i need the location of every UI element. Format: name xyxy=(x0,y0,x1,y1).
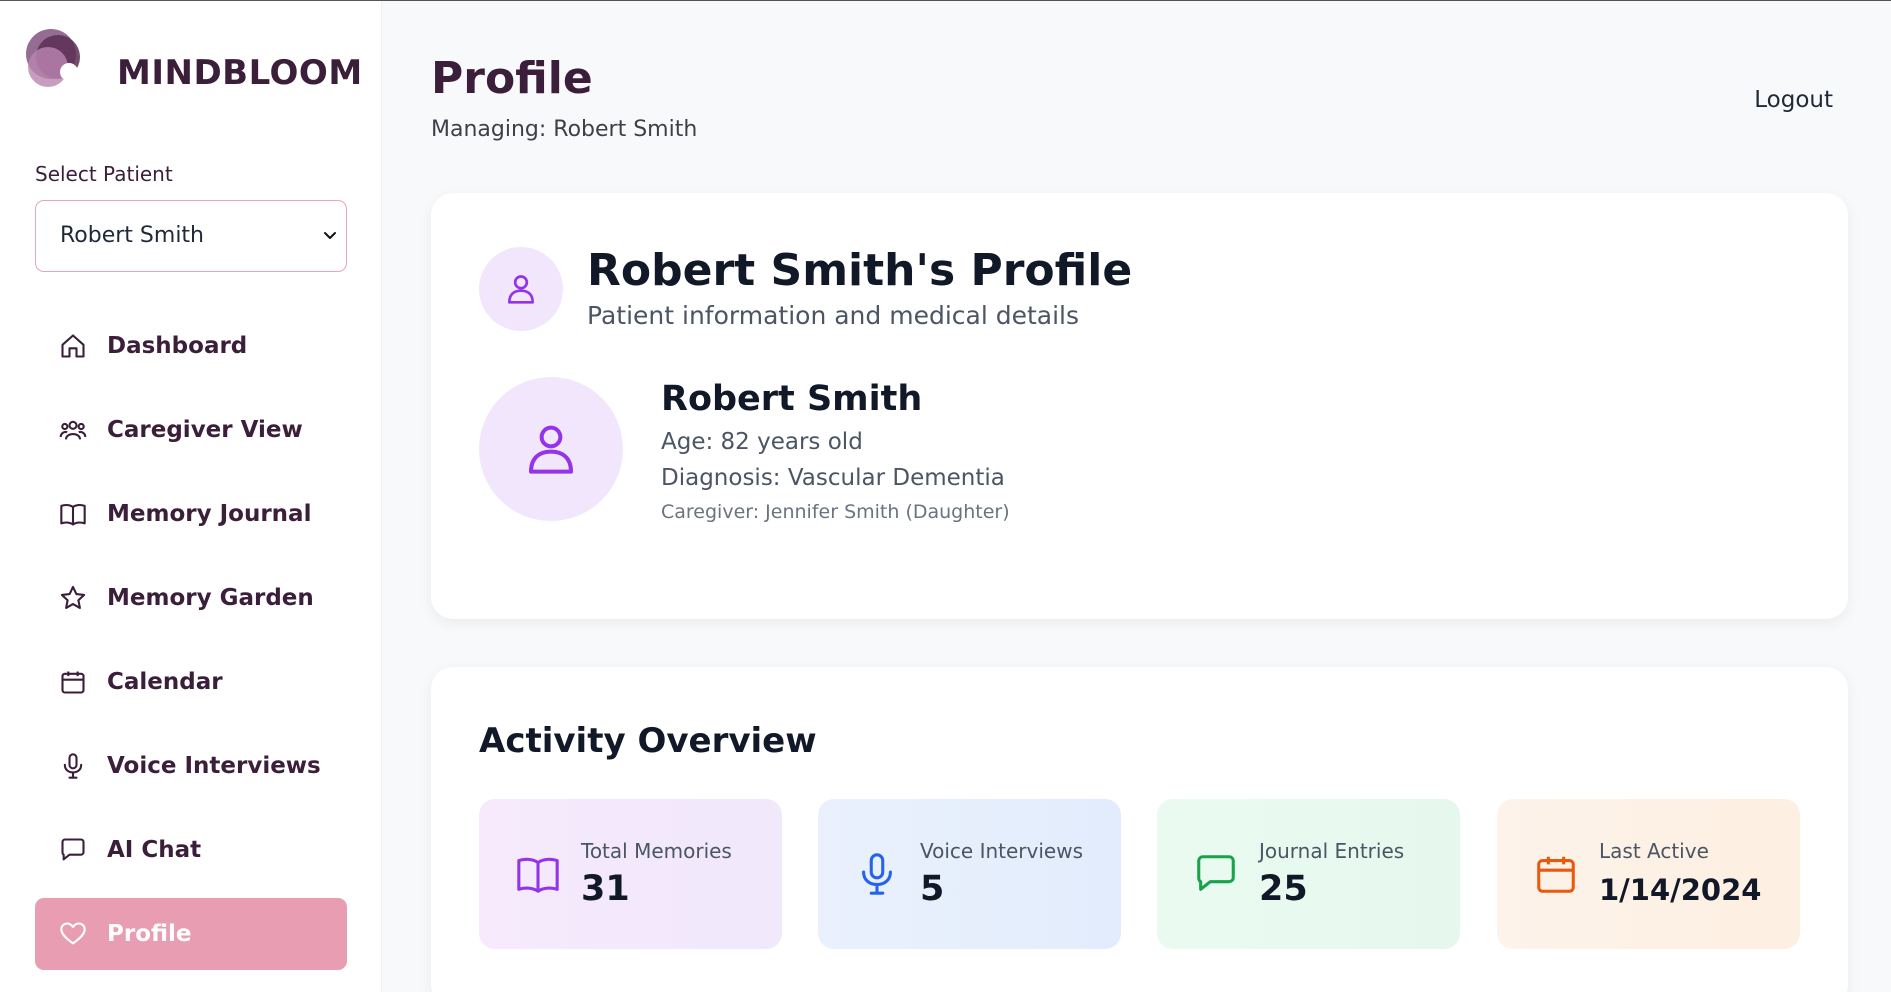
sidebar-item-label: Profile xyxy=(107,921,192,947)
chat-icon xyxy=(59,836,87,864)
sidebar-item-label: Memory Journal xyxy=(107,501,312,527)
activity-overview-card: Activity Overview Total Memories 31 Voic… xyxy=(431,667,1848,992)
sidebar-nav: Dashboard Caregiver View Memory Journal … xyxy=(35,310,347,982)
main-content: Profile Managing: Robert Smith Logout Ro… xyxy=(382,1,1891,992)
page-title: Profile xyxy=(431,53,593,104)
mic-icon xyxy=(854,851,900,897)
sidebar-item-memory-journal[interactable]: Memory Journal xyxy=(35,478,347,550)
stat-label: Journal Entries xyxy=(1259,839,1405,863)
user-icon xyxy=(529,425,573,474)
stat-value: 5 xyxy=(920,869,945,909)
sidebar-item-dashboard[interactable]: Dashboard xyxy=(35,310,347,382)
users-icon xyxy=(59,416,87,444)
patient-select-value: Robert Smith xyxy=(60,223,204,248)
activity-overview-title: Activity Overview xyxy=(479,721,817,761)
stat-label: Total Memories xyxy=(581,839,732,863)
sidebar-item-voice-interviews[interactable]: Voice Interviews xyxy=(35,730,347,802)
calendar-icon xyxy=(59,668,87,696)
book-icon xyxy=(515,851,561,897)
patient-diagnosis: Diagnosis: Vascular Dementia xyxy=(661,465,1005,491)
patient-age: Age: 82 years old xyxy=(661,429,863,455)
sidebar-item-profile[interactable]: Profile xyxy=(35,898,347,970)
brand[interactable]: MINDBLOOM xyxy=(24,25,364,95)
sidebar-item-label: AI Chat xyxy=(107,837,202,863)
managing-text: Managing: Robert Smith xyxy=(431,117,698,142)
chevron-down-icon xyxy=(324,232,336,239)
stat-label: Last Active xyxy=(1599,839,1709,863)
calendar-icon xyxy=(1533,851,1579,897)
sidebar-item-ai-chat[interactable]: AI Chat xyxy=(35,814,347,886)
profile-card-title: Robert Smith's Profile xyxy=(587,245,1133,296)
stat-value: 25 xyxy=(1259,869,1308,909)
profile-card-subtitle: Patient information and medical details xyxy=(587,301,1080,330)
stat-journal-entries: Journal Entries 25 xyxy=(1157,799,1460,949)
stat-voice-interviews: Voice Interviews 5 xyxy=(818,799,1121,949)
stat-label: Voice Interviews xyxy=(920,839,1083,863)
sidebar-item-label: Calendar xyxy=(107,669,223,695)
sidebar-item-label: Dashboard xyxy=(107,333,248,359)
book-icon xyxy=(59,500,87,528)
stats-row: Total Memories 31 Voice Interviews 5 Jou… xyxy=(479,799,1800,949)
stat-last-active: Last Active 1/14/2024 xyxy=(1497,799,1800,949)
sidebar-item-memory-garden[interactable]: Memory Garden xyxy=(35,562,347,634)
home-icon xyxy=(59,332,87,360)
brand-name: MINDBLOOM xyxy=(117,53,363,93)
stat-value: 31 xyxy=(581,869,630,909)
stat-value: 1/14/2024 xyxy=(1599,873,1762,907)
patient-name: Robert Smith xyxy=(661,379,923,419)
stat-total-memories: Total Memories 31 xyxy=(479,799,782,949)
sidebar-item-label: Voice Interviews xyxy=(107,753,321,779)
chat-icon xyxy=(1193,851,1239,897)
select-patient-label: Select Patient xyxy=(35,162,173,186)
sidebar-item-calendar[interactable]: Calendar xyxy=(35,646,347,718)
sidebar-item-caregiver-view[interactable]: Caregiver View xyxy=(35,394,347,466)
star-icon xyxy=(59,584,87,612)
avatar xyxy=(479,377,623,521)
patient-select[interactable]: Robert Smith xyxy=(35,200,347,272)
mindbloom-logo xyxy=(24,25,82,87)
profile-card: Robert Smith's Profile Patient informati… xyxy=(431,193,1848,619)
sidebar: MINDBLOOM Select Patient Robert Smith Da… xyxy=(0,1,382,992)
heart-icon xyxy=(59,920,87,948)
sidebar-item-label: Memory Garden xyxy=(107,585,314,611)
mic-icon xyxy=(59,752,87,780)
logout-button[interactable]: Logout xyxy=(1754,87,1833,113)
user-icon xyxy=(479,247,563,331)
sidebar-item-label: Caregiver View xyxy=(107,417,303,443)
patient-caregiver: Caregiver: Jennifer Smith (Daughter) xyxy=(661,501,1010,523)
